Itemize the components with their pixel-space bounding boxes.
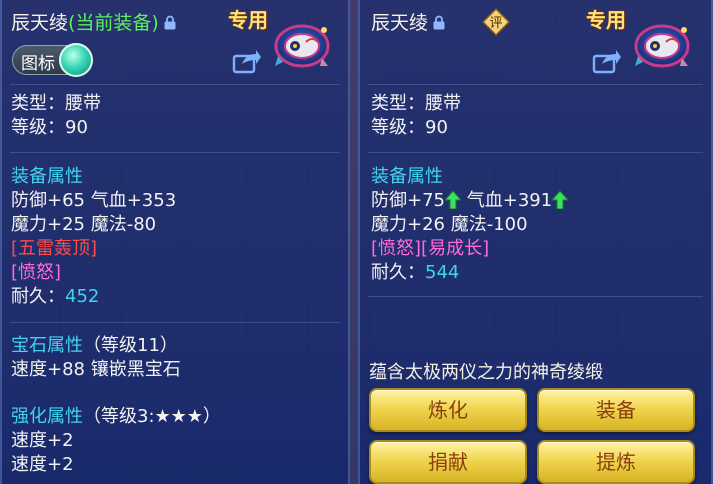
increase-arrow-icon xyxy=(552,191,569,209)
stats-line-2: 魔力+25 魔法-80 xyxy=(11,214,157,235)
item-title: 辰天绫(当前装备) xyxy=(11,8,176,35)
item-description: 蕴含太极两仪之力的神奇绫缎 xyxy=(369,362,603,383)
toggle-knob[interactable] xyxy=(59,43,93,77)
defense-stat: 防御+75 xyxy=(371,190,445,211)
stats-line-2: 魔力+26 魔法-100 xyxy=(371,214,528,235)
enhance-line-1: 速度+2 xyxy=(11,430,74,451)
item-type: 类型：腰带 xyxy=(371,93,461,114)
item-title: 辰天绫 xyxy=(371,8,445,35)
enhance-level: （等级3:★★★） xyxy=(83,406,221,427)
enhance-attr-header: 强化属性 xyxy=(11,406,83,427)
rating-icon[interactable]: 评 xyxy=(482,8,510,36)
equip-attr-header: 装备属性 xyxy=(371,166,443,187)
current-equip-tag: (当前装备) xyxy=(68,12,159,34)
special-skill: [五雷轰顶] xyxy=(11,238,98,259)
durability-value: 452 xyxy=(65,286,100,307)
divider xyxy=(368,296,703,297)
lock-icon xyxy=(164,15,176,30)
equip-attr-header: 装备属性 xyxy=(11,166,83,187)
item-level: 等级：90 xyxy=(371,117,448,138)
divider xyxy=(10,322,340,323)
item-type: 类型：腰带 xyxy=(11,93,101,114)
donate-button[interactable]: 捐献 xyxy=(369,440,527,484)
durability-label: 耐久： xyxy=(371,262,425,283)
lock-icon xyxy=(433,15,445,30)
item-level: 等级：90 xyxy=(11,117,88,138)
exclusive-label: 专用 xyxy=(586,8,626,32)
divider xyxy=(10,84,340,85)
gem-stats: 速度+88 镶嵌黑宝石 xyxy=(11,359,181,380)
belt-item-icon[interactable] xyxy=(272,16,332,76)
durability: 耐久：544 xyxy=(371,262,459,284)
stats-line-1: 防御+65 气血+353 xyxy=(11,190,177,211)
item-name: 辰天绫 xyxy=(371,12,429,34)
divider xyxy=(10,152,340,153)
increase-arrow-icon xyxy=(445,191,461,209)
equip-button[interactable]: 装备 xyxy=(537,388,695,432)
divider xyxy=(368,152,703,153)
share-icon[interactable] xyxy=(232,48,262,74)
icon-toggle[interactable]: 图标 xyxy=(12,43,93,77)
rating-label: 评 xyxy=(489,16,502,31)
extract-button[interactable]: 提炼 xyxy=(537,440,695,484)
gem-level: （等级11） xyxy=(83,335,178,356)
enhance-line-2: 速度+2 xyxy=(11,454,74,475)
belt-item-icon[interactable] xyxy=(632,16,692,76)
stats-line-1: 防御+75 气血+391 xyxy=(371,190,569,212)
durability: 耐久：452 xyxy=(11,286,99,308)
refine-button[interactable]: 炼化 xyxy=(369,388,527,432)
hp-stat: 气血+391 xyxy=(466,190,553,211)
special-effect: [愤怒] xyxy=(11,262,62,283)
current-equipment-panel: 辰天绫(当前装备) 专用 图标 类型：腰带 等级：90 装备属性 防御+65 气… xyxy=(0,0,350,484)
durability-value: 544 xyxy=(425,262,460,283)
item-name: 辰天绫 xyxy=(11,12,69,34)
gem-attr-header: 宝石属性 xyxy=(11,335,83,356)
gem-attr-row: 宝石属性（等级11） xyxy=(11,335,178,357)
durability-label: 耐久： xyxy=(11,286,65,307)
exclusive-label: 专用 xyxy=(228,8,268,32)
toggle-label: 图标 xyxy=(21,54,55,74)
enhance-attr-row: 强化属性（等级3:★★★） xyxy=(11,406,221,428)
share-icon[interactable] xyxy=(592,48,622,74)
divider xyxy=(368,84,703,85)
special-effect: [愤怒][易成长] xyxy=(371,238,490,259)
